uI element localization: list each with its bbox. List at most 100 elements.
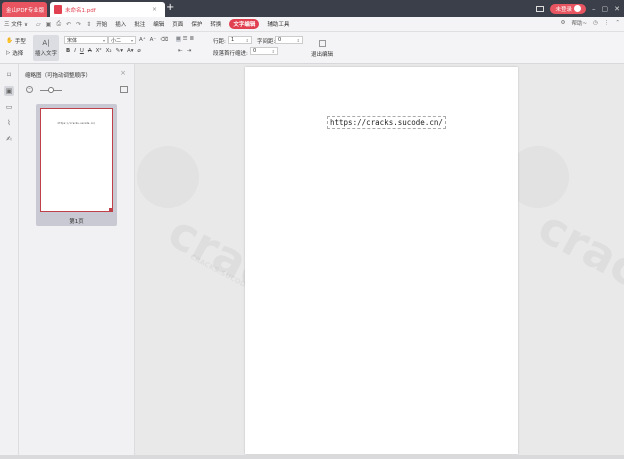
highlight-icon[interactable]: ✎▾: [116, 48, 123, 54]
menu-start[interactable]: 开始: [96, 20, 107, 28]
signature-icon[interactable]: ✍: [4, 134, 14, 144]
document-canvas[interactable]: cracks CRACKS.SUCODE.CN · 破解 cracks http…: [135, 64, 624, 459]
char-spacing-input[interactable]: 0 ⇕: [275, 36, 303, 44]
subscript-icon[interactable]: X₂: [106, 48, 112, 54]
hand-tool-label: 手型: [14, 39, 26, 45]
font-color-icon[interactable]: A▾: [127, 48, 134, 54]
line-spacing-label: 行距:: [213, 39, 226, 45]
sidebar-toggle-icon[interactable]: [536, 5, 545, 12]
more-options-icon[interactable]: ⋮: [604, 20, 610, 26]
font-size-value: 小二: [111, 37, 122, 44]
close-tab-icon[interactable]: ×: [152, 6, 157, 13]
close-panel-icon[interactable]: ×: [120, 69, 126, 77]
pdf-page[interactable]: https://cracks.sucode.cn/: [245, 67, 518, 454]
grow-font-icon[interactable]: A⁺: [139, 37, 146, 43]
more-icon[interactable]: ⇕: [86, 21, 91, 28]
align-left-icon[interactable]: ≡: [176, 36, 181, 42]
title-bar: 金山PDF专业版 未命名1.pdf × + 未登录 – ▢ ✕: [0, 0, 624, 17]
clock-icon[interactable]: ◷: [593, 20, 598, 26]
menu-convert[interactable]: 转换: [210, 20, 221, 28]
open-icon[interactable]: ▱: [36, 21, 41, 28]
comment-icon[interactable]: ▭: [4, 102, 14, 112]
print-icon[interactable]: ⎙: [56, 20, 61, 28]
indent-decrease-icon[interactable]: ⇤: [178, 48, 183, 54]
char-spacing-label: 字间距:: [257, 39, 276, 45]
thumbnail-corner-marker: [109, 208, 112, 211]
bold-icon[interactable]: B: [66, 48, 70, 54]
pdf-file-icon: [54, 5, 62, 14]
help-menu[interactable]: 帮助~: [571, 19, 587, 27]
font-size-select[interactable]: 小二 ▾: [108, 36, 136, 44]
app-tab[interactable]: 金山PDF专业版: [2, 2, 47, 17]
format-tools: B I U A X² X₂ ✎▾ A▾ ⌀: [66, 48, 141, 54]
page-text-block[interactable]: https://cracks.sucode.cn/: [327, 116, 446, 129]
strikethrough-icon[interactable]: A: [88, 48, 92, 54]
insert-text-label: 插入文字: [34, 51, 57, 57]
exit-edit-button[interactable]: 退出编辑: [308, 37, 336, 61]
document-tab[interactable]: 未命名1.pdf ×: [50, 2, 165, 17]
menu-tools[interactable]: 辅助工具: [267, 20, 289, 28]
align-right-icon[interactable]: ≣: [190, 36, 195, 42]
thumbnail-icon[interactable]: ▣: [4, 86, 14, 96]
login-label: 未登录: [555, 6, 572, 13]
bookmark-icon[interactable]: ⌑: [4, 70, 14, 80]
settings-icon[interactable]: ⚙: [561, 20, 566, 26]
cursor-icon: ▷: [6, 50, 11, 56]
horizontal-scrollbar[interactable]: [0, 455, 624, 459]
file-menu[interactable]: 三 文件 ∨: [4, 20, 28, 28]
char-spacing-value: 0: [278, 37, 282, 43]
attachment-icon[interactable]: ⌇: [4, 118, 14, 128]
watermark-logo: [137, 146, 199, 208]
select-tool-label: 选择: [12, 51, 24, 57]
para-indent-label: 段落首行缩进:: [213, 51, 248, 57]
indent-tools: ⇤ ⇥: [178, 48, 191, 54]
page-thumbnail[interactable]: https://cracks.sucode.cn/ 第1页: [36, 104, 117, 226]
insert-text-button[interactable]: A| 插入文字: [33, 35, 59, 61]
new-tab-button[interactable]: +: [166, 2, 174, 14]
font-name-value: 宋体: [67, 37, 78, 44]
text-insert-icon: A|: [42, 39, 50, 47]
maximize-icon[interactable]: ▢: [602, 5, 609, 13]
menu-edit[interactable]: 编辑: [153, 20, 164, 28]
menu-right-group: ⚙ 帮助~ ◷ ⋮ ⌃: [561, 19, 620, 27]
zoom-out-icon[interactable]: –: [26, 86, 33, 93]
para-indent-input[interactable]: 0 ⇕: [250, 47, 278, 55]
close-window-icon[interactable]: ✕: [614, 5, 620, 13]
underline-icon[interactable]: U: [80, 48, 84, 54]
align-center-icon[interactable]: ☰: [183, 36, 188, 42]
menu-page[interactable]: 页面: [172, 20, 183, 28]
undo-icon[interactable]: ↶: [66, 21, 71, 28]
avatar-icon: [574, 5, 581, 12]
zoom-slider-handle[interactable]: [48, 87, 54, 93]
fit-page-icon[interactable]: [120, 86, 128, 93]
menu-insert[interactable]: 插入: [115, 20, 126, 28]
save-icon[interactable]: ▣: [46, 21, 52, 28]
thumbnail-text: https://cracks.sucode.cn/: [57, 122, 96, 125]
select-tool[interactable]: ▷ 选择: [6, 49, 23, 57]
menu-bar: 三 文件 ∨ ▱ ▣ ⎙ ↶ ↷ ⇕ 开始 插入 批注 编辑 页面 保护 转换 …: [0, 17, 624, 32]
menu-annotate[interactable]: 批注: [134, 20, 145, 28]
redo-icon[interactable]: ↷: [76, 21, 81, 28]
exit-edit-icon: [318, 40, 326, 47]
menu-text-edit[interactable]: 文字编辑: [229, 19, 260, 29]
thumbnail-zoom: –: [26, 85, 128, 95]
font-name-select[interactable]: 宋体 ▾: [64, 36, 108, 44]
text-effect-icon[interactable]: ⌀: [138, 48, 141, 54]
minimize-icon[interactable]: –: [592, 5, 596, 13]
line-spacing-input[interactable]: 1 ⇕: [228, 36, 252, 44]
exit-edit-label: 退出编辑: [310, 52, 333, 58]
italic-icon[interactable]: I: [74, 48, 76, 54]
indent-increase-icon[interactable]: ⇥: [187, 48, 192, 54]
shrink-font-icon[interactable]: A⁻: [150, 37, 157, 43]
alignment-tools: ≡ ☰ ≣: [176, 36, 194, 42]
watermark-text-right: cracks: [529, 199, 624, 325]
login-button[interactable]: 未登录: [550, 3, 586, 14]
clear-format-icon[interactable]: ⌫: [160, 37, 168, 43]
thumbnail-panel: 缩略图（可拖动调整顺序） × – https://cracks.sucode.c…: [19, 64, 135, 459]
page-label: 第1页: [69, 219, 84, 225]
superscript-icon[interactable]: X²: [96, 48, 102, 54]
collapse-icon[interactable]: ⌃: [615, 20, 620, 26]
hand-tool[interactable]: ✋ 手型: [6, 37, 26, 45]
menu-protect[interactable]: 保护: [191, 20, 202, 28]
line-spacing-value: 1: [231, 37, 235, 43]
